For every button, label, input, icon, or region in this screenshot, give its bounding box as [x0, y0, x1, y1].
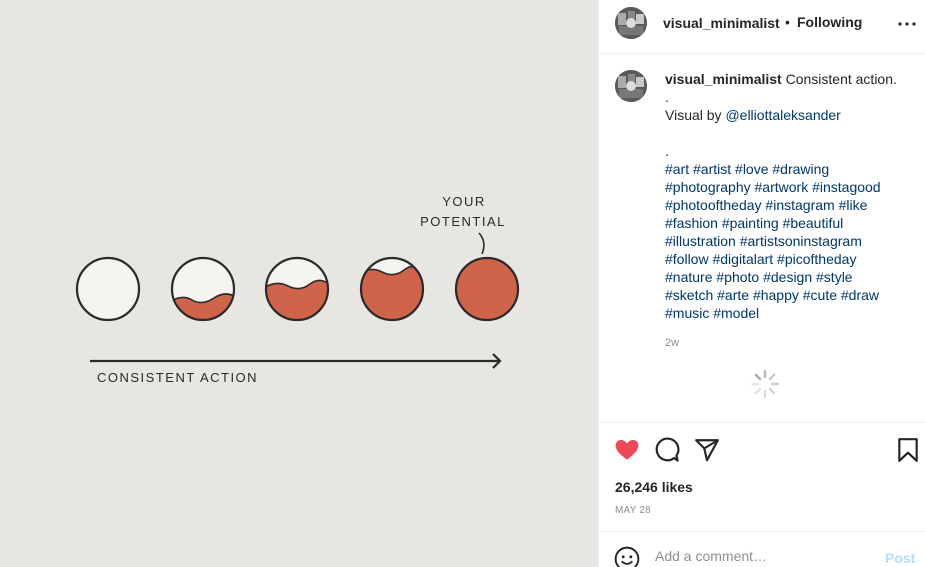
- hashtag-line[interactable]: #music #model: [665, 304, 910, 322]
- post-image[interactable]: YOUR POTENTIAL CONSISTENT ACTION: [0, 0, 598, 567]
- credit-handle-link[interactable]: @elliottaleksander: [725, 107, 840, 123]
- circle-empty: [75, 256, 141, 322]
- action-bar: 26,246 likes MAY 28: [599, 422, 925, 532]
- post-side-panel: visual_minimalist • Following visual_min…: [598, 0, 925, 567]
- hashtag-line[interactable]: #photography #artwork #instagood: [665, 178, 910, 196]
- circle-three-quarter: [359, 256, 425, 322]
- label-consistent-action: CONSISTENT ACTION: [97, 370, 258, 385]
- loading-spinner-icon: [749, 368, 781, 400]
- caption-avatar[interactable]: [615, 70, 647, 102]
- hashtag-line[interactable]: #nature #photo #design #style: [665, 268, 910, 286]
- circle-full: [454, 256, 520, 322]
- avatar-image: [615, 70, 647, 102]
- hashtag-line[interactable]: #sketch #arte #happy #cute #draw: [665, 286, 910, 304]
- avatar-image: [615, 7, 647, 39]
- illustration: YOUR POTENTIAL CONSISTENT ACTION: [75, 194, 520, 385]
- more-options-icon[interactable]: [895, 12, 919, 36]
- comment-input[interactable]: [655, 548, 875, 564]
- caption-body: Consistent action.: [785, 71, 897, 87]
- hashtag-line[interactable]: #photooftheday #instagram #like: [665, 196, 910, 214]
- hashtag-line[interactable]: #follow #digitalart #picoftheday: [665, 250, 910, 268]
- post-date: MAY 28: [615, 505, 651, 516]
- label-your: YOUR: [442, 194, 486, 209]
- caption-credit: Visual by @elliottaleksander: [665, 107, 841, 123]
- comment-icon[interactable]: [654, 437, 680, 463]
- caption-text: visual_minimalist Consistent action. . V…: [665, 70, 910, 322]
- heart-filled-icon[interactable]: [614, 437, 640, 463]
- post-header: visual_minimalist • Following: [599, 0, 925, 54]
- separator-dot: •: [785, 14, 790, 30]
- bookmark-icon[interactable]: [895, 437, 921, 463]
- hashtag-line[interactable]: #illustration #artistsoninstagram: [665, 232, 910, 250]
- following-button[interactable]: Following: [797, 14, 862, 30]
- caption-dot: .: [665, 143, 669, 159]
- comment-bar: Post: [599, 531, 925, 567]
- label-potential: POTENTIAL: [420, 214, 506, 229]
- post-button[interactable]: Post: [885, 550, 915, 566]
- circle-half: [264, 256, 330, 322]
- header-username[interactable]: visual_minimalist: [663, 15, 780, 31]
- hashtag-line[interactable]: #fashion #painting #beautiful: [665, 214, 910, 232]
- caption-username[interactable]: visual_minimalist: [665, 71, 782, 87]
- post-time[interactable]: 2w: [665, 337, 679, 349]
- circle-quarter: [170, 256, 236, 322]
- share-icon[interactable]: [694, 437, 720, 463]
- likes-count[interactable]: 26,246 likes: [615, 479, 693, 495]
- hashtag-line[interactable]: #art #artist #love #drawing: [665, 160, 910, 178]
- emoji-icon[interactable]: [614, 546, 640, 567]
- caption-area: visual_minimalist Consistent action. . V…: [599, 54, 925, 422]
- label-pointer: [478, 232, 485, 255]
- caption-dot: .: [665, 89, 669, 105]
- avatar[interactable]: [615, 7, 647, 39]
